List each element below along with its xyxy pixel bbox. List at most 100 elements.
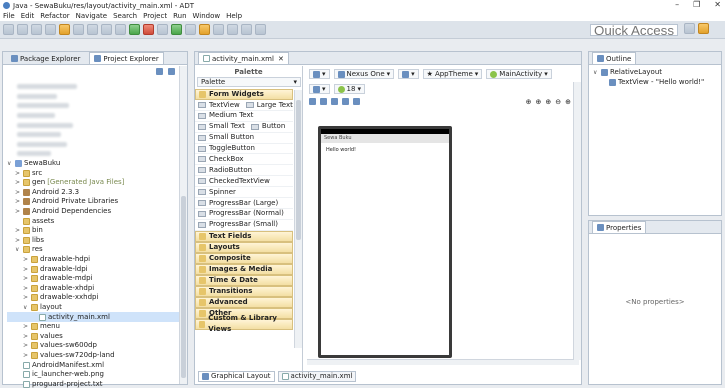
chevron-right-icon[interactable]: > [23, 274, 29, 283]
chevron-right-icon[interactable]: > [15, 188, 21, 197]
tree-item[interactable]: > Android 2.3.3 [7, 188, 187, 198]
tab-xml-source[interactable]: activity_main.xml [277, 370, 357, 382]
tree-item[interactable]: > drawable-xxhdpi [7, 293, 187, 303]
zoom-out-icon[interactable]: ⊖ [555, 98, 561, 106]
locale-dropdown[interactable]: ▾ [309, 84, 330, 94]
chevron-down-icon[interactable]: ∨ [23, 303, 29, 312]
palette-category[interactable]: Transitions [195, 285, 293, 297]
sdk-manager-icon[interactable] [59, 24, 70, 35]
palette-category[interactable]: Text Fields [195, 230, 293, 242]
new-android-project-icon[interactable] [101, 24, 112, 35]
outline-item[interactable]: TextView - "Hello world!" [593, 78, 721, 88]
palette-category[interactable]: Layouts [195, 241, 293, 253]
java-perspective-icon[interactable] [698, 23, 709, 34]
tab-activity-main-xml[interactable]: activity_main.xml ✕ [198, 52, 289, 64]
theme-dropdown[interactable]: ★ AppTheme ▾ [422, 69, 483, 79]
palette-widget[interactable]: Medium Text [195, 111, 293, 122]
tab-project-explorer[interactable]: Project Explorer [89, 52, 164, 64]
debug-icon[interactable] [115, 24, 126, 35]
chevron-right-icon[interactable]: > [23, 255, 29, 264]
palette-widget[interactable]: CheckBox [195, 154, 293, 166]
collapse-all-icon[interactable] [156, 68, 163, 75]
tree-item[interactable]: ∨ res [7, 245, 187, 255]
chevron-down-icon[interactable]: ∨ [7, 159, 13, 168]
new-java-class-icon[interactable] [171, 24, 182, 35]
palette-category[interactable]: Form Widgets [195, 89, 293, 100]
tree-item[interactable]: ∨ layout [7, 303, 187, 313]
tree-item[interactable]: > gen [Generated Java Files] [7, 178, 187, 188]
zoom-in-icon[interactable]: ⊕ [545, 98, 551, 106]
palette-widget[interactable]: ProgressBar (Small) [195, 220, 293, 231]
tree-item[interactable]: > bin [7, 226, 187, 236]
avd-manager-icon[interactable] [73, 24, 84, 35]
chevron-right-icon[interactable]: > [23, 332, 29, 341]
chevron-down-icon[interactable]: ∨ [593, 68, 599, 77]
grid-icon[interactable] [353, 98, 360, 105]
palette-scrollbar[interactable] [294, 90, 302, 348]
open-perspective-icon[interactable] [684, 23, 695, 34]
tree-item[interactable]: > drawable-hdpi [7, 255, 187, 265]
tree-item[interactable]: activity_main.xml [7, 312, 187, 322]
tab-graphical-layout[interactable]: Graphical Layout [198, 370, 275, 382]
quick-access-input[interactable] [590, 24, 678, 36]
palette-widget[interactable]: ProgressBar (Large) [195, 198, 293, 209]
tree-item[interactable]: AndroidManifest.xml [7, 360, 187, 370]
chevron-right-icon[interactable]: > [15, 169, 21, 178]
tree-item[interactable]: > drawable-ldpi [7, 264, 187, 274]
minimize-button[interactable]: – [675, 0, 679, 9]
save-icon[interactable] [17, 24, 28, 35]
tree-item[interactable]: > drawable-xhdpi [7, 283, 187, 293]
orientation-dropdown[interactable]: ▾ [398, 69, 419, 79]
palette-dropdown[interactable]: Palette ▾ [197, 77, 301, 87]
palette-category[interactable]: Composite [195, 252, 293, 264]
zoom-fit-icon[interactable]: ⊕ [536, 98, 542, 106]
api-level-dropdown[interactable]: 18 ▾ [333, 84, 365, 94]
tree-item[interactable]: > menu [7, 322, 187, 332]
device-screen[interactable]: Sewa Buku Hello world! [321, 129, 449, 355]
palette-category[interactable]: Time & Date [195, 274, 293, 286]
chevron-right-icon[interactable]: > [15, 226, 21, 235]
chevron-right-icon[interactable]: > [15, 236, 21, 245]
close-tab-icon[interactable]: ✕ [278, 55, 284, 63]
external-tools-icon[interactable] [143, 24, 154, 35]
toggle-preview-icon[interactable] [320, 98, 327, 105]
print-icon[interactable] [45, 24, 56, 35]
next-annotation-icon[interactable] [213, 24, 224, 35]
explorer-scrollbar[interactable] [179, 66, 187, 384]
menu-project[interactable]: Project [143, 12, 167, 20]
menu-navigate[interactable]: Navigate [76, 12, 107, 20]
tree-item[interactable]: > src [7, 168, 187, 178]
palette-widget[interactable]: RadioButton [195, 165, 293, 177]
new-java-package-icon[interactable] [157, 24, 168, 35]
tree-item[interactable]: > values-sw600dp [7, 341, 187, 351]
device-dropdown[interactable]: Nexus One ▾ [333, 69, 395, 79]
palette-widget[interactable]: Spinner [195, 187, 293, 199]
chevron-right-icon[interactable]: > [23, 284, 29, 293]
editor-hscrollbar[interactable] [307, 359, 579, 365]
fit-icon[interactable] [342, 98, 349, 105]
chevron-right-icon[interactable]: > [23, 341, 29, 350]
tab-outline[interactable]: Outline [592, 52, 637, 64]
palette-widget[interactable]: TextView Large Text [195, 100, 293, 111]
tree-item[interactable]: > libs [7, 236, 187, 246]
save-all-icon[interactable] [31, 24, 42, 35]
menu-help[interactable]: Help [226, 12, 242, 20]
palette-widget[interactable]: ToggleButton [195, 144, 293, 155]
chevron-right-icon[interactable]: > [23, 351, 29, 360]
menu-file[interactable]: File [3, 12, 15, 20]
run-icon[interactable] [129, 24, 140, 35]
tree-item[interactable]: ic_launcher-web.png [7, 370, 187, 380]
tab-properties[interactable]: Properties [592, 221, 647, 233]
menu-run[interactable]: Run [173, 12, 186, 20]
tree-item[interactable]: > values-sw720dp-land [7, 351, 187, 361]
close-button[interactable]: ✕ [714, 0, 721, 9]
palette-widget[interactable]: CheckedTextView [195, 176, 293, 188]
previous-annotation-icon[interactable] [227, 24, 238, 35]
zoom-100-icon[interactable]: ⊕ [565, 98, 571, 106]
margins-icon[interactable] [331, 98, 338, 105]
tree-item[interactable]: > Android Dependencies [7, 207, 187, 217]
layout-actions-icon[interactable] [309, 98, 316, 105]
chevron-right-icon[interactable]: > [23, 293, 29, 302]
new-icon[interactable] [3, 24, 14, 35]
palette-category[interactable]: Custom & Library Views [195, 314, 293, 333]
